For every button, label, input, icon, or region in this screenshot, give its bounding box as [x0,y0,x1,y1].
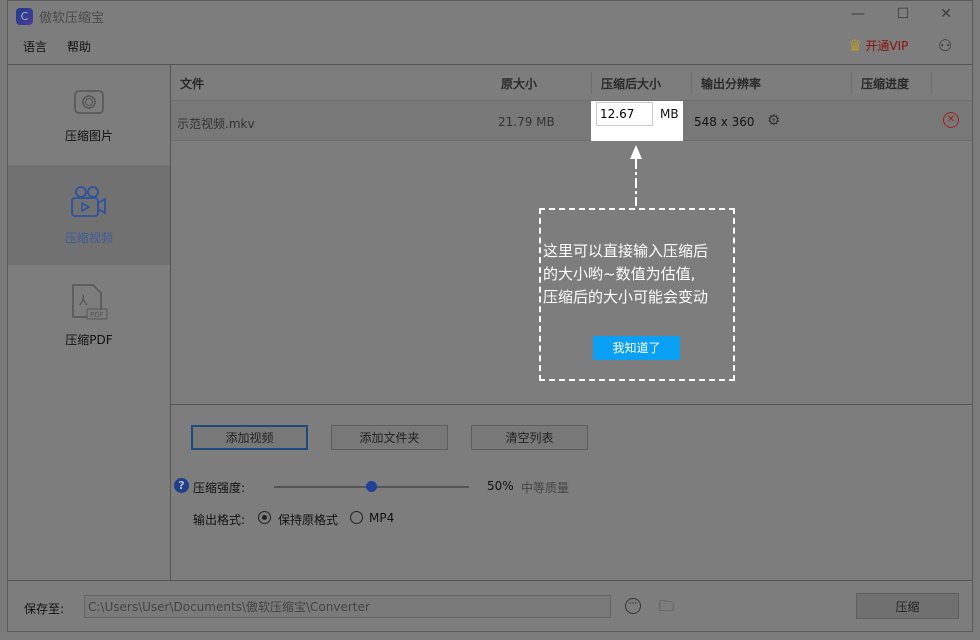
svg-text:⅄: ⅄ [78,293,88,309]
clear-list-button[interactable]: 清空列表 [471,425,588,450]
save-label: 保存至: [24,602,65,616]
sidebar-item-label: 压缩图片 [64,128,113,143]
tooltip-text: 压缩后的大小可能会变动 [543,288,709,306]
add-video-button[interactable]: 添加视频 [191,425,308,450]
resolution: 548 x 360 [694,115,755,129]
table-row[interactable]: 示范视频.mkv 21.79 MB MB 548 x 360 ⚙ ✕ [171,101,972,141]
option-mp4-label[interactable]: MP4 [369,511,394,525]
sidebar-item-label: 压缩PDF [65,332,113,347]
menu-language[interactable]: 语言 [23,38,47,55]
arrow-up-icon [630,145,642,206]
strength-value: 50% [487,479,514,493]
minimize-button[interactable]: — [848,6,868,22]
title-bar: C 傲软压缩宝 [16,7,104,26]
camera-icon [74,89,104,114]
vip-label: 开通VIP [865,39,909,53]
format-label: 输出格式: [193,513,246,527]
tooltip-text: 这里可以直接输入压缩后 [543,242,709,260]
column-header-compressed-size: 压缩后大小 [601,77,662,91]
original-size: 21.79 MB [498,115,555,129]
crown-icon: ♛ [848,36,863,55]
strength-label: 压缩强度: [193,481,246,495]
app-logo-icon: C [16,8,33,25]
got-it-button[interactable]: 我知道了 [593,336,680,360]
compressed-size-input[interactable] [596,102,653,126]
column-header-progress: 压缩进度 [861,77,910,91]
column-header-original-size: 原大小 [501,77,538,91]
sidebar-item-pdf[interactable]: ⅄ PDF 压缩PDF [8,265,170,365]
video-camera-icon [71,185,106,217]
sidebar-item-video[interactable]: 压缩视频 [8,165,170,265]
more-options-icon[interactable]: ··· [625,598,641,614]
strength-slider[interactable] [274,481,469,492]
app-title: 傲软压缩宝 [39,11,105,26]
column-header-file: 文件 [180,77,205,91]
radio-mp4[interactable] [350,511,363,524]
sidebar-item-image[interactable]: 压缩图片 [8,65,170,165]
compress-button[interactable]: 压缩 [856,593,959,619]
maximize-button[interactable]: ☐ [893,6,913,22]
folder-icon[interactable]: 🗀 [659,596,674,621]
svg-text:PDF: PDF [90,311,104,319]
slider-thumb[interactable] [366,481,377,492]
quality-label: 中等质量 [521,481,570,495]
option-keep-format-label[interactable]: 保持原格式 [278,511,338,528]
settings-gear-icon[interactable]: ⚙ [767,111,780,129]
help-icon[interactable]: ? [174,478,189,493]
pdf-icon: ⅄PDF [72,283,108,319]
user-icon[interactable]: ⚇ [938,36,952,55]
tooltip-box: 这里可以直接输入压缩后 的大小哟~数值为估值, 压缩后的大小可能会变动 我知道了 [539,208,735,381]
close-button[interactable]: ✕ [936,6,956,22]
remove-file-icon[interactable]: ✕ [943,112,959,128]
tooltip-text: 的大小哟~数值为估值, [543,265,696,283]
sidebar-item-label: 压缩视频 [64,230,113,245]
column-header-resolution: 输出分辨率 [701,77,762,91]
save-path-input[interactable] [84,595,611,618]
menu-help[interactable]: 帮助 [67,38,91,55]
add-folder-button[interactable]: 添加文件夹 [331,425,448,450]
file-name: 示范视频.mkv [177,117,255,131]
size-unit: MB [660,107,679,121]
vip-button[interactable]: ♛ 开通VIP [848,36,908,55]
radio-keep-format[interactable] [258,511,271,524]
